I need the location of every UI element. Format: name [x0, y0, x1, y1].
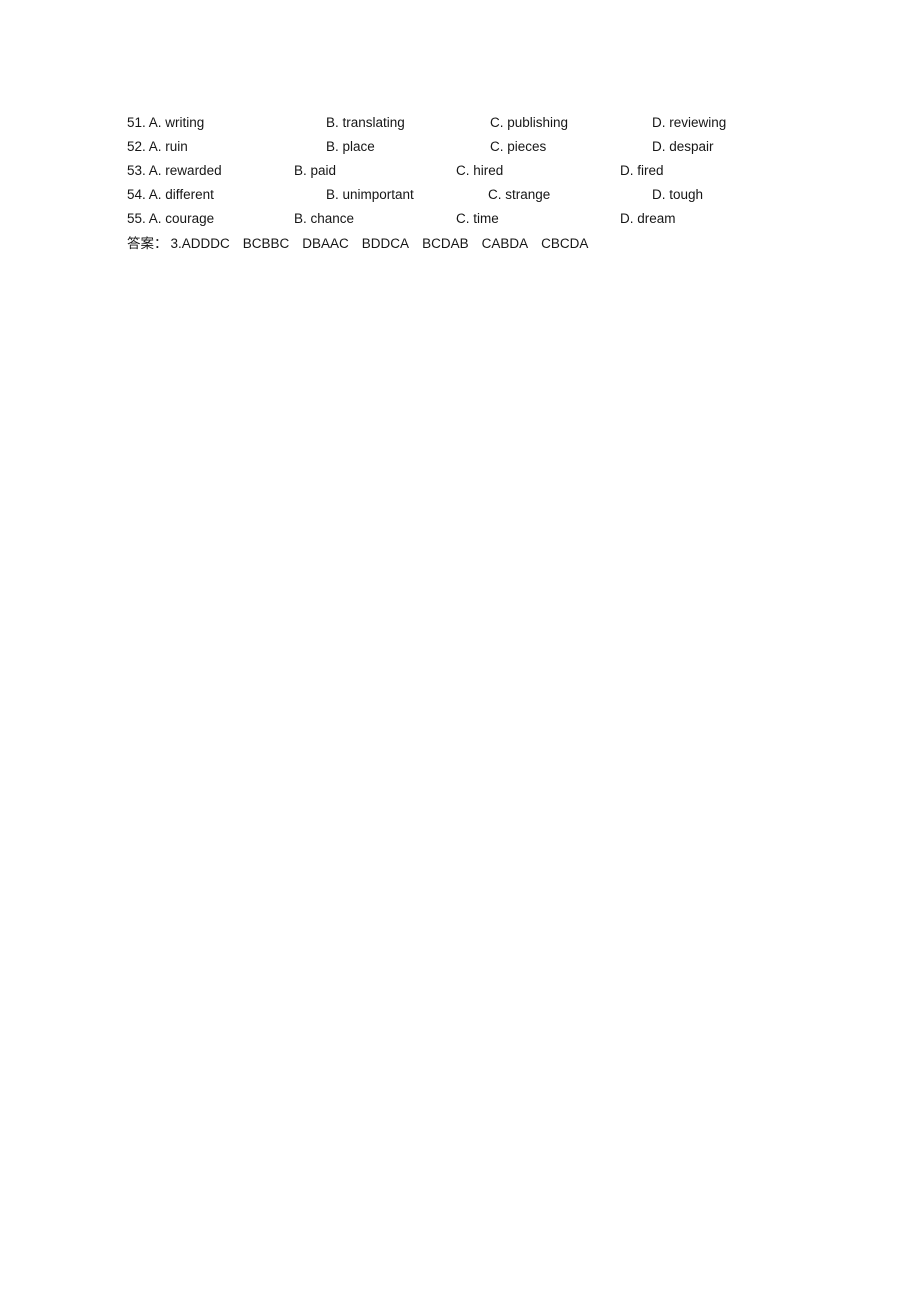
option-a-label: A. writing — [148, 115, 205, 130]
question-option-a: 52. A. ruin — [127, 135, 188, 159]
question-option-c: C. publishing — [490, 115, 569, 130]
question-row: 51. A. writing B. translating C. publish… — [127, 111, 827, 135]
question-option-a: 54. A. different — [127, 183, 214, 207]
question-option-c: C. hired — [456, 163, 504, 178]
answer-key-group: 3.ADDDC — [170, 236, 230, 251]
question-option-a: 53. A. rewarded — [127, 159, 222, 183]
answer-key-group: DBAAC — [302, 236, 349, 251]
answer-key-group: BCBBC — [242, 236, 290, 251]
answer-key-row: 答案： 3.ADDDC BCBBC DBAAC BDDCA BCDAB CABDA CBCDA — [127, 232, 827, 256]
question-block: 51. A. writing B. translating C. publish… — [127, 111, 827, 256]
answer-key-group: BCDAB — [422, 236, 469, 251]
question-option-a: 51. A. writing — [127, 111, 204, 135]
question-option-d: D. dream — [620, 211, 676, 226]
option-a-label: A. courage — [148, 211, 215, 226]
question-number: 52. — [127, 139, 146, 154]
question-option-c: C. pieces — [490, 139, 547, 154]
question-row: 53. A. rewarded B. paid C. hired D. fire… — [127, 159, 827, 183]
question-option-c: C. time — [456, 211, 499, 226]
question-option-a: 55. A. courage — [127, 207, 214, 231]
option-a-label: A. ruin — [148, 139, 188, 154]
question-row: 55. A. courage B. chance C. time D. drea… — [127, 207, 827, 231]
option-a-label: A. rewarded — [148, 163, 222, 178]
answer-key-group: CBCDA — [541, 236, 589, 251]
question-option-b: B. chance — [294, 211, 355, 226]
question-option-b: B. paid — [294, 163, 337, 178]
question-number: 54. — [127, 187, 146, 202]
question-number: 55. — [127, 211, 146, 226]
question-option-d: D. tough — [652, 187, 704, 202]
question-option-d: D. despair — [652, 139, 714, 154]
question-option-b: B. unimportant — [326, 187, 414, 202]
question-number: 51. — [127, 115, 146, 130]
question-number: 53. — [127, 163, 146, 178]
question-option-b: B. place — [326, 139, 375, 154]
question-option-d: D. reviewing — [652, 115, 727, 130]
answer-key-label: 答案： — [127, 236, 168, 252]
answer-key-group: CABDA — [481, 236, 529, 251]
question-row: 52. A. ruin B. place C. pieces D. despai… — [127, 135, 827, 159]
question-row: 54. A. different B. unimportant C. stran… — [127, 183, 827, 207]
option-a-label: A. different — [148, 187, 214, 202]
question-option-b: B. translating — [326, 115, 405, 130]
question-option-d: D. fired — [620, 163, 664, 178]
answer-key-group: BDDCA — [361, 236, 410, 251]
answer-key-groups: 3.ADDDC BCBBC DBAAC BDDCA BCDAB CABDA CBCDA — [168, 236, 589, 251]
question-option-c: C. strange — [488, 187, 551, 202]
document-page: 51. A. writing B. translating C. publish… — [0, 0, 920, 1302]
